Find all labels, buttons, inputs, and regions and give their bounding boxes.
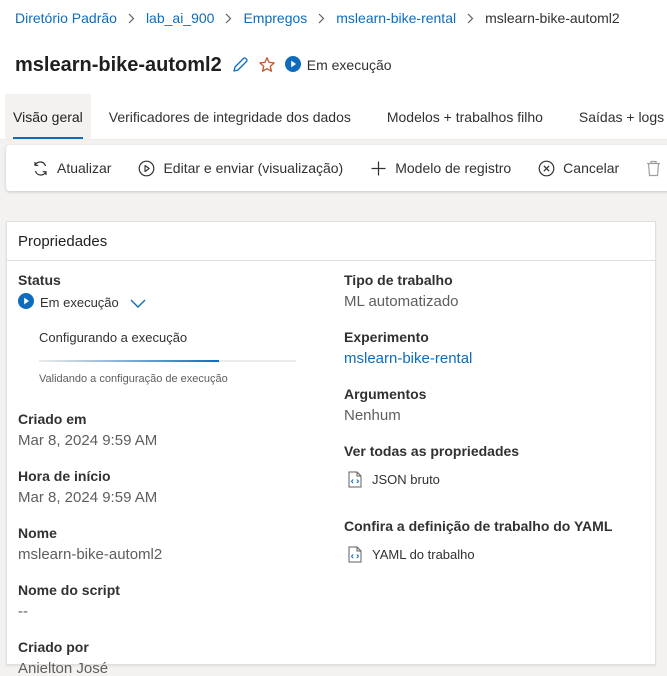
tab-bar: Visão geral Verificadores de integridade… bbox=[0, 94, 667, 140]
page-title: mslearn-bike-automl2 bbox=[15, 53, 222, 76]
title-bar: mslearn-bike-automl2 Em execução bbox=[0, 36, 667, 94]
register-model-button[interactable]: Modelo de registro bbox=[370, 160, 511, 177]
yaml-definition-label: Confira a definição de trabalho do YAML bbox=[344, 518, 613, 534]
edit-pencil-icon[interactable] bbox=[231, 56, 249, 74]
refresh-label: Atualizar bbox=[57, 160, 112, 176]
run-progress-bar bbox=[39, 360, 296, 362]
play-circle-icon bbox=[139, 160, 155, 176]
tab-data-guardrails[interactable]: Verificadores de integridade dos dados bbox=[91, 94, 369, 139]
raw-json-link[interactable]: JSON bruto bbox=[348, 471, 644, 488]
start-time-value: Mar 8, 2024 9:59 AM bbox=[18, 489, 158, 506]
chevron-down-icon[interactable] bbox=[129, 297, 147, 309]
job-type-label: Tipo de trabalho bbox=[344, 272, 453, 288]
chevron-right-icon bbox=[225, 13, 232, 24]
run-status: Em execução bbox=[18, 293, 318, 312]
chevron-right-icon bbox=[128, 13, 135, 24]
properties-title: Propriedades bbox=[7, 222, 655, 261]
experiment-link[interactable]: mslearn-bike-rental bbox=[344, 350, 644, 367]
all-properties-label: Ver todas as propriedades bbox=[344, 443, 520, 459]
run-substep-text: Validando a configuração de execução bbox=[39, 373, 228, 385]
running-status-icon bbox=[18, 293, 34, 312]
tab-models-child-jobs[interactable]: Modelos + trabalhos filho bbox=[369, 94, 561, 139]
job-yaml-label: YAML do trabalho bbox=[372, 547, 475, 562]
run-progress-fill bbox=[39, 360, 219, 362]
script-name-label: Nome do script bbox=[18, 582, 120, 598]
script-name-value: -- bbox=[18, 603, 28, 620]
chevron-right-icon bbox=[467, 13, 474, 24]
status-value: Em execução bbox=[40, 295, 119, 310]
created-by-value: Anielton José bbox=[18, 660, 109, 676]
cancel-button[interactable]: Cancelar bbox=[538, 160, 619, 177]
name-label: Nome bbox=[18, 525, 57, 541]
running-status-icon bbox=[284, 55, 301, 75]
tab-overview[interactable]: Visão geral bbox=[5, 94, 91, 139]
register-model-label: Modelo de registro bbox=[395, 160, 512, 176]
job-yaml-link[interactable]: YAML do trabalho bbox=[348, 546, 644, 563]
status-label: Status bbox=[18, 272, 61, 288]
breadcrumb-directory[interactable]: Diretório Padrão bbox=[15, 10, 117, 26]
breadcrumb-experiment[interactable]: mslearn-bike-rental bbox=[336, 10, 456, 26]
arguments-label: Argumentos bbox=[344, 386, 427, 402]
breadcrumb: Diretório Padrão lab_ai_900 Empregos msl… bbox=[0, 0, 667, 36]
breadcrumb-current: mslearn-bike-automl2 bbox=[485, 10, 620, 26]
refresh-button[interactable]: Atualizar bbox=[32, 160, 111, 177]
code-file-icon bbox=[348, 546, 362, 563]
chevron-right-icon bbox=[318, 13, 325, 24]
properties-right-column: Tipo de trabalho ML automatizado Experim… bbox=[344, 272, 644, 563]
trash-icon bbox=[647, 160, 661, 176]
command-toolbar: Atualizar Editar e enviar (visualização)… bbox=[6, 145, 667, 191]
created-by-label: Criado por bbox=[18, 639, 89, 655]
edit-submit-button[interactable]: Editar e enviar (visualização) bbox=[138, 160, 343, 177]
properties-left-column: Status Em execução Configurando a execuç… bbox=[18, 272, 318, 676]
code-file-icon bbox=[348, 471, 362, 488]
plus-icon bbox=[371, 161, 386, 175]
tab-outputs-logs[interactable]: Saídas + logs bbox=[561, 94, 667, 139]
job-type-value: ML automatizado bbox=[344, 293, 459, 310]
run-step-text: Configurando a execução bbox=[39, 330, 188, 345]
delete-button[interactable] bbox=[646, 160, 667, 177]
breadcrumb-jobs[interactable]: Empregos bbox=[243, 10, 307, 26]
properties-card: Propriedades Status Em execução Configur… bbox=[6, 221, 656, 676]
edit-submit-label: Editar e enviar (visualização) bbox=[163, 160, 344, 176]
star-favorite-icon[interactable] bbox=[258, 56, 276, 74]
start-time-label: Hora de início bbox=[18, 468, 111, 484]
cancel-label: Cancelar bbox=[563, 160, 620, 176]
raw-json-label: JSON bruto bbox=[372, 472, 440, 487]
breadcrumb-workspace[interactable]: lab_ai_900 bbox=[146, 10, 215, 26]
status-text: Em execução bbox=[306, 57, 392, 73]
experiment-label: Experimento bbox=[344, 329, 429, 345]
name-value: mslearn-bike-automl2 bbox=[18, 546, 163, 563]
status-badge: Em execução bbox=[284, 55, 392, 75]
arguments-value: Nenhum bbox=[344, 407, 401, 424]
created-on-value: Mar 8, 2024 9:59 AM bbox=[18, 432, 158, 449]
cancel-circle-icon bbox=[538, 160, 555, 176]
refresh-icon bbox=[34, 160, 47, 176]
created-on-label: Criado em bbox=[18, 411, 87, 427]
